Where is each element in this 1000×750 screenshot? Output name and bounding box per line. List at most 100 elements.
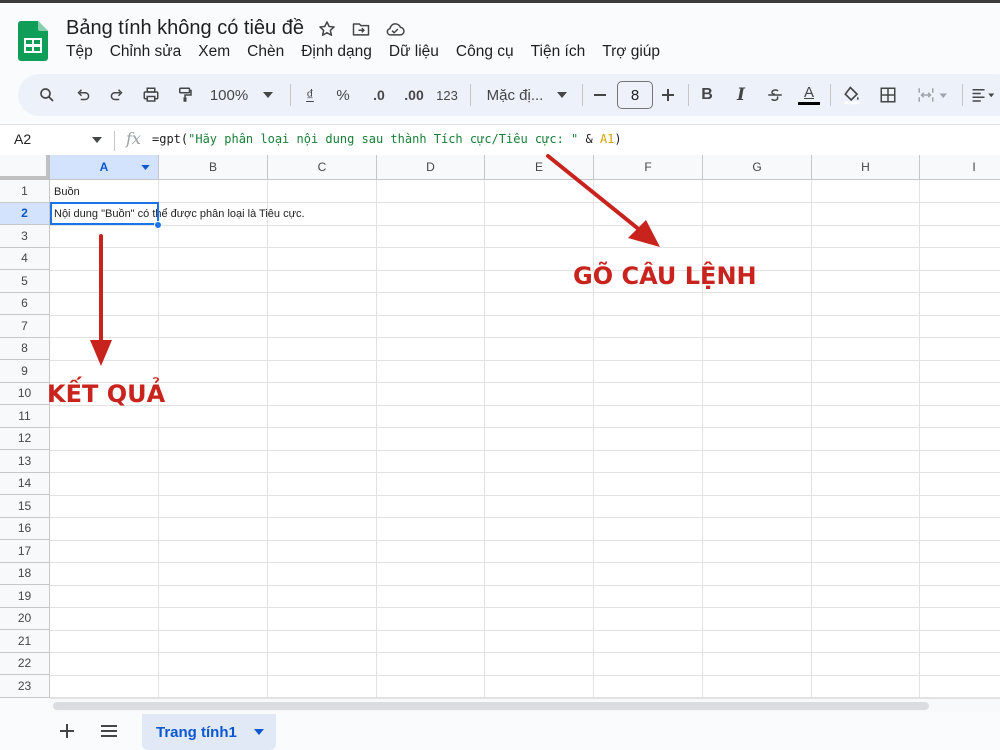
font-size-input[interactable]: 8 <box>617 81 653 109</box>
sheet-bar: Trang tính1 <box>0 712 1000 750</box>
row-header-9[interactable]: 9 <box>0 360 50 383</box>
spreadsheet-grid[interactable]: A B C D E F G H I 1 2 3 4 5 6 7 8 9 10 1… <box>0 155 1000 698</box>
column-header-i[interactable]: I <box>920 155 1000 180</box>
strikethrough-icon[interactable] <box>764 74 786 116</box>
menu-insert[interactable]: Chèn <box>247 43 292 61</box>
row-header-15[interactable]: 15 <box>0 495 50 518</box>
cloud-saved-icon[interactable] <box>384 18 406 40</box>
all-sheets-icon[interactable] <box>98 720 120 742</box>
horizontal-align-icon[interactable] <box>968 74 998 116</box>
formula-suffix: ) <box>614 132 622 146</box>
row-header-17[interactable]: 17 <box>0 540 50 563</box>
increase-decimal-button[interactable]: .00 <box>400 74 428 116</box>
star-icon[interactable] <box>316 18 338 40</box>
redo-icon[interactable] <box>104 74 130 116</box>
app-header: Bảng tính không có tiêu đề Tệp Chỉnh sửa… <box>0 3 1000 69</box>
sheet-tab-label: Trang tính1 <box>156 723 237 741</box>
row-header-22[interactable]: 22 <box>0 652 50 675</box>
row-header-19[interactable]: 19 <box>0 585 50 608</box>
document-title[interactable]: Bảng tính không có tiêu đề <box>66 17 304 40</box>
column-header-e[interactable]: E <box>485 155 594 180</box>
zoom-caret-icon[interactable] <box>258 74 278 116</box>
text-color-button[interactable]: A <box>796 74 822 116</box>
fx-icon: fx <box>126 129 141 148</box>
row-header-21[interactable]: 21 <box>0 630 50 653</box>
column-header-d[interactable]: D <box>377 155 485 180</box>
row-header-16[interactable]: 16 <box>0 517 50 540</box>
merge-cells-icon[interactable] <box>910 74 954 116</box>
cell-a1[interactable]: Buồn <box>54 186 80 198</box>
menu-bar: Tệp Chỉnh sửa Xem Chèn Định dạng Dữ liệu… <box>66 43 677 61</box>
fill-color-icon[interactable] <box>840 74 864 116</box>
sheets-logo-icon[interactable] <box>18 21 48 61</box>
formula-amp: & <box>578 132 600 146</box>
name-box-caret-icon[interactable] <box>92 137 102 143</box>
toolbar: 100% ₫ % .0 .00 123 Mặc đị... 8 B I A <box>18 74 1000 116</box>
row-header-3[interactable]: 3 <box>0 225 50 248</box>
row-header-4[interactable]: 4 <box>0 247 50 270</box>
add-sheet-icon[interactable] <box>56 720 78 742</box>
zoom-select[interactable]: 100% <box>206 74 252 116</box>
italic-button[interactable]: I <box>730 74 752 116</box>
menu-view[interactable]: Xem <box>198 43 238 61</box>
menu-format[interactable]: Định dạng <box>301 43 380 61</box>
sheet-tab-caret-icon[interactable] <box>254 729 264 735</box>
row-header-12[interactable]: 12 <box>0 427 50 450</box>
decrease-decimal-button[interactable]: .0 <box>366 74 392 116</box>
row-header-14[interactable]: 14 <box>0 472 50 495</box>
row-header-6[interactable]: 6 <box>0 292 50 315</box>
row-header-20[interactable]: 20 <box>0 607 50 630</box>
active-cell-selection <box>50 202 159 225</box>
result-callout: KẾT QUẢ <box>47 380 166 408</box>
column-header-h[interactable]: H <box>812 155 920 180</box>
column-header-c[interactable]: C <box>268 155 377 180</box>
name-box[interactable]: A2 <box>14 131 31 147</box>
row-header-8[interactable]: 8 <box>0 337 50 360</box>
column-header-b[interactable]: B <box>159 155 268 180</box>
fill-handle[interactable] <box>154 221 162 229</box>
print-icon[interactable] <box>138 74 164 116</box>
menu-file[interactable]: Tệp <box>66 43 101 61</box>
paint-format-icon[interactable] <box>172 74 198 116</box>
row-header-10[interactable]: 10 <box>0 382 50 405</box>
formula-string: "Hãy phân loại nội dung sau thành Tích c… <box>188 132 579 146</box>
borders-icon[interactable] <box>876 74 900 116</box>
menu-data[interactable]: Dữ liệu <box>389 43 447 61</box>
sheet-tab-active[interactable]: Trang tính1 <box>142 714 276 750</box>
format-currency-button[interactable]: ₫ <box>300 74 320 116</box>
row-header-7[interactable]: 7 <box>0 315 50 338</box>
font-caret-icon[interactable] <box>552 74 572 116</box>
undo-icon[interactable] <box>70 74 96 116</box>
row-header-23[interactable]: 23 <box>0 675 50 698</box>
row-header-1[interactable]: 1 <box>0 180 50 203</box>
menu-edit[interactable]: Chỉnh sửa <box>110 43 190 61</box>
move-to-folder-icon[interactable] <box>350 18 372 40</box>
decrease-font-size-icon[interactable] <box>590 74 610 116</box>
font-select[interactable]: Mặc đị... <box>482 74 548 116</box>
text-color-swatch <box>798 102 820 105</box>
row-header-18[interactable]: 18 <box>0 562 50 585</box>
row-header-13[interactable]: 13 <box>0 450 50 473</box>
row-header-11[interactable]: 11 <box>0 405 50 428</box>
formula-bar: A2 fx =gpt("Hãy phân loại nội dung sau t… <box>0 124 1000 155</box>
row-header-2[interactable]: 2 <box>0 202 50 225</box>
text-color-label: A <box>803 84 814 101</box>
horizontal-scrollbar-thumb[interactable] <box>53 702 929 710</box>
menu-extensions[interactable]: Tiện ích <box>531 43 594 61</box>
column-menu-caret-icon[interactable] <box>141 165 150 170</box>
menu-tools[interactable]: Công cụ <box>456 43 522 61</box>
format-percent-button[interactable]: % <box>332 74 354 116</box>
select-all-corner[interactable] <box>0 155 50 180</box>
bold-button[interactable]: B <box>696 74 718 116</box>
formula-ref: A1 <box>599 132 615 146</box>
more-formats-button[interactable]: 123 <box>434 74 460 116</box>
menu-help[interactable]: Trợ giúp <box>602 43 668 61</box>
formula-input[interactable]: =gpt("Hãy phân loại nội dung sau thành T… <box>152 132 622 146</box>
column-header-f[interactable]: F <box>594 155 703 180</box>
column-header-a[interactable]: A <box>50 155 159 180</box>
row-header-5[interactable]: 5 <box>0 270 50 293</box>
increase-font-size-icon[interactable] <box>658 74 678 116</box>
column-header-g[interactable]: G <box>703 155 812 180</box>
search-menus-icon[interactable] <box>34 74 60 116</box>
horizontal-scrollbar[interactable] <box>50 698 1000 712</box>
